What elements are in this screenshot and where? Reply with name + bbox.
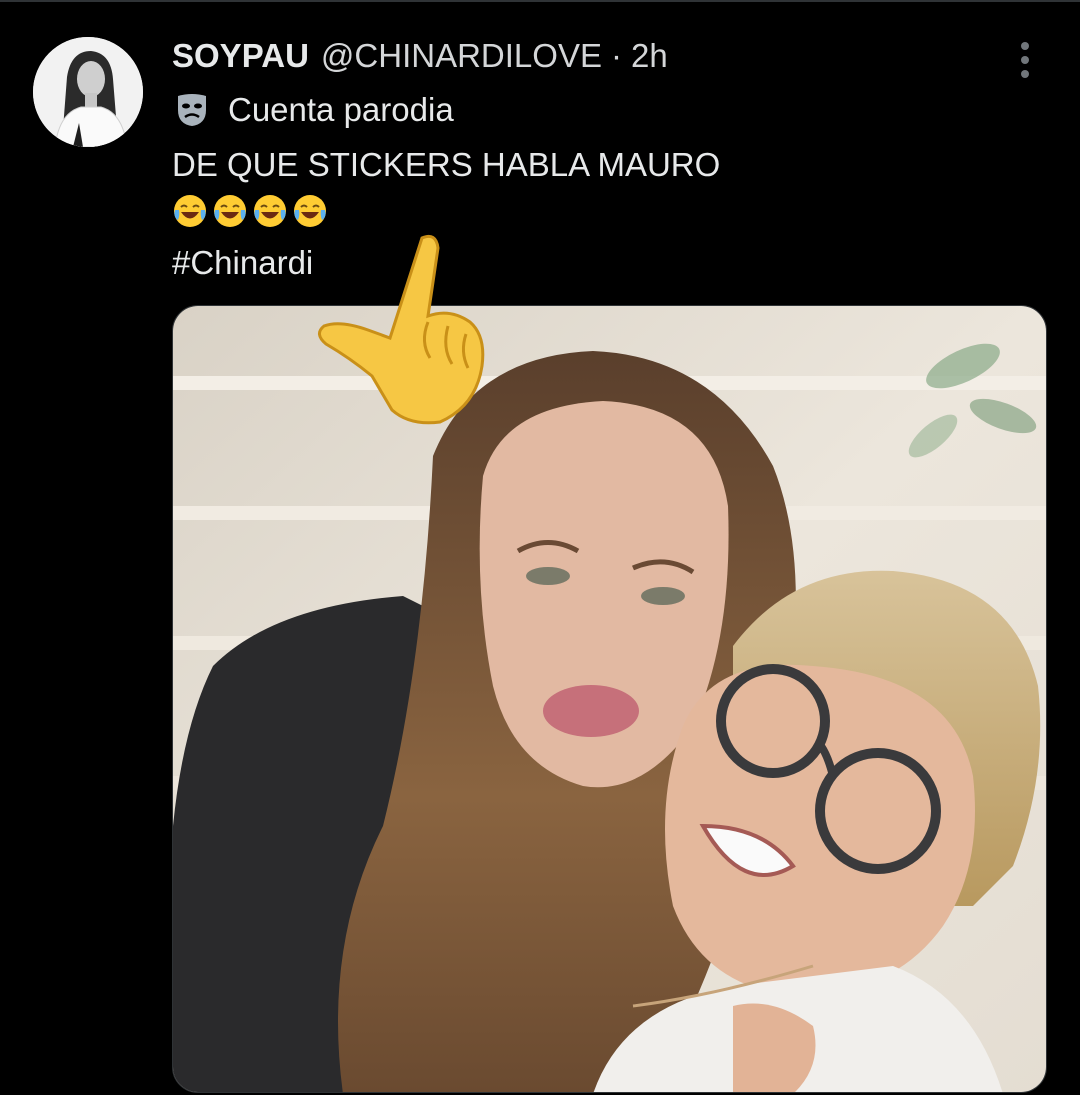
photo-image [173,306,1046,1092]
tweet-photo[interactable] [172,305,1047,1093]
parody-label: Cuenta parodia [172,88,454,132]
emoji-row [172,193,328,229]
tweet-header: SOYPAU @CHINARDILOVE · 2h [172,34,668,78]
parody-mask-icon [178,94,206,126]
avatar[interactable] [33,37,143,147]
user-handle[interactable]: @CHINARDILOVE [321,37,602,75]
display-name[interactable]: SOYPAU [172,37,309,75]
face-with-tears-of-joy-icon [214,195,246,227]
face-with-tears-of-joy-icon [254,195,286,227]
parody-text: Cuenta parodia [228,91,454,128]
separator: · [610,37,622,74]
more-options-icon[interactable] [1010,40,1040,80]
face-with-tears-of-joy-icon [294,195,326,227]
tweet[interactable]: SOYPAU @CHINARDILOVE · 2h Cuenta parodia… [0,0,1080,1095]
tweet-text-line: DE QUE STICKERS HABLA MAURO [172,146,721,183]
pointing-hand-icon [318,234,485,425]
timestamp[interactable]: 2h [631,37,668,75]
hashtag-link[interactable]: #Chinardi [172,244,313,282]
avatar-image [33,37,143,147]
face-with-tears-of-joy-icon [174,195,206,227]
